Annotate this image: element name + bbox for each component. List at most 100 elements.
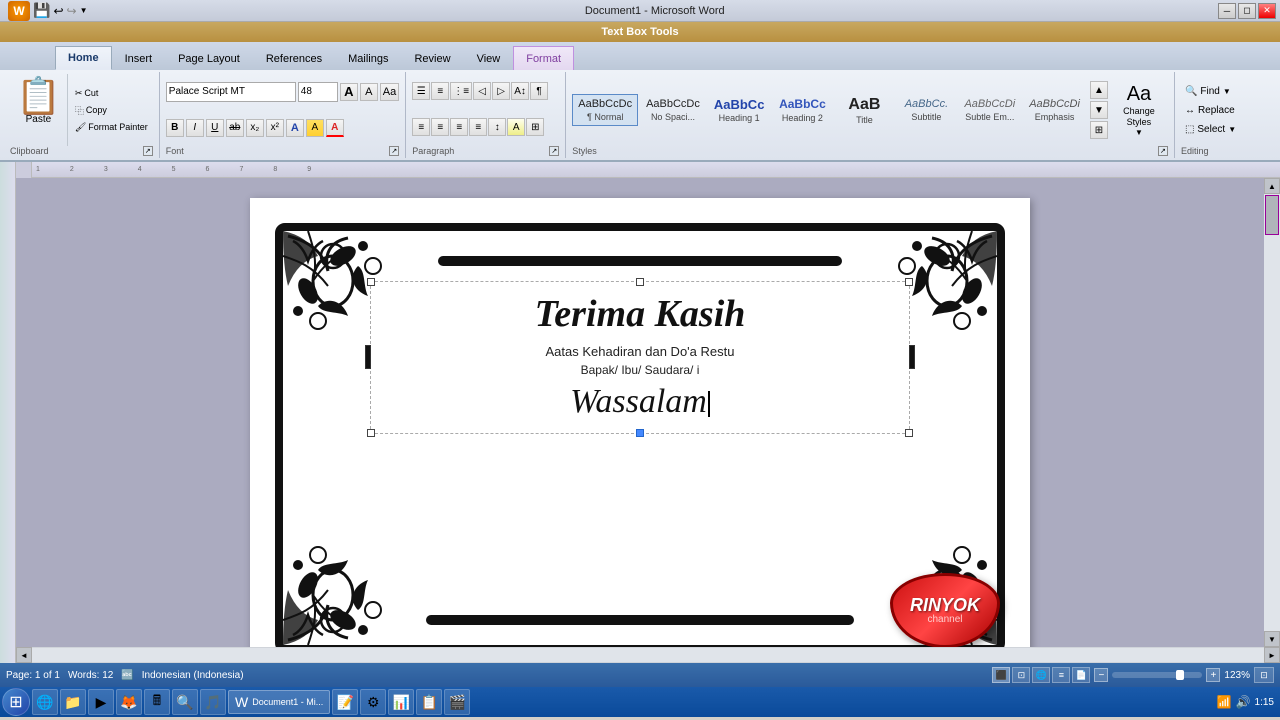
text-effects-button[interactable]: A bbox=[286, 119, 304, 137]
font-name-input[interactable] bbox=[166, 82, 296, 102]
taskbar-app5-button[interactable]: 📋 bbox=[416, 689, 442, 715]
zoom-out-button[interactable]: − bbox=[1094, 668, 1108, 682]
web-layout-button[interactable]: 🌐 bbox=[1032, 667, 1050, 683]
textbox-selected[interactable]: Terima Kasih Aatas Kehadiran dan Do'a Re… bbox=[370, 281, 909, 434]
borders-button[interactable]: ⊞ bbox=[526, 118, 544, 136]
vertical-scrollbar[interactable]: ▲ ▼ bbox=[1264, 178, 1280, 647]
paragraph-expand-btn[interactable]: ↗ bbox=[549, 146, 559, 156]
grow-font-button[interactable]: A bbox=[340, 83, 358, 101]
increase-indent-button[interactable]: ▷ bbox=[492, 82, 510, 100]
shading-button[interactable]: A bbox=[507, 118, 525, 136]
handle-lm[interactable] bbox=[365, 345, 371, 369]
save-quick-btn[interactable]: 💾 bbox=[33, 2, 50, 19]
redo-quick-btn[interactable]: ↪ bbox=[67, 4, 77, 18]
clipboard-expand-btn[interactable]: ↗ bbox=[143, 146, 153, 156]
taskbar-folder-button[interactable]: 📁 bbox=[60, 689, 86, 715]
taskbar-calc-button[interactable]: 🖩 bbox=[144, 689, 170, 715]
handle-tl[interactable] bbox=[367, 278, 375, 286]
scroll-left-button[interactable]: ◄ bbox=[16, 647, 32, 663]
line-spacing-button[interactable]: ↕ bbox=[488, 118, 506, 136]
shrink-font-button[interactable]: A bbox=[360, 83, 378, 101]
show-formatting-button[interactable]: ¶ bbox=[530, 82, 548, 100]
tab-mailings[interactable]: Mailings bbox=[335, 46, 401, 70]
style-subtitle[interactable]: AaBbCc. Subtitle bbox=[896, 94, 956, 126]
customize-quick-btn[interactable]: ▼ bbox=[80, 6, 88, 15]
minimize-button[interactable]: ─ bbox=[1218, 3, 1236, 19]
style-heading2[interactable]: AaBbCc Heading 2 bbox=[772, 93, 832, 126]
scroll-track[interactable] bbox=[1264, 194, 1280, 631]
tab-home[interactable]: Home bbox=[55, 46, 112, 70]
handle-bm[interactable] bbox=[636, 429, 644, 437]
close-button[interactable]: ✕ bbox=[1258, 3, 1276, 19]
tab-view[interactable]: View bbox=[464, 46, 514, 70]
styles-more[interactable]: ⊞ bbox=[1090, 121, 1108, 139]
scroll-down-button[interactable]: ▼ bbox=[1264, 631, 1280, 647]
zoom-in-button[interactable]: + bbox=[1206, 668, 1220, 682]
handle-tm[interactable] bbox=[636, 278, 644, 286]
zoom-slider-thumb[interactable] bbox=[1176, 670, 1184, 680]
print-layout-button[interactable]: ⬛ bbox=[992, 667, 1010, 683]
style-subtle-em[interactable]: AaBbCcDi Subtle Em... bbox=[958, 94, 1021, 126]
font-color-button[interactable]: A bbox=[326, 119, 344, 137]
subscript-button[interactable]: x₂ bbox=[246, 119, 264, 137]
taskbar-word-app-btn[interactable]: W Document1 - Mi... bbox=[228, 690, 330, 714]
taskbar-network-icon[interactable]: 📶 bbox=[1217, 695, 1232, 709]
tab-review[interactable]: Review bbox=[401, 46, 463, 70]
undo-quick-btn[interactable]: ↩ bbox=[53, 4, 63, 18]
decrease-indent-button[interactable]: ◁ bbox=[473, 82, 491, 100]
taskbar-search-button[interactable]: 🔍 bbox=[172, 689, 198, 715]
taskbar-firefox-button[interactable]: 🦊 bbox=[116, 689, 142, 715]
scroll-up-button[interactable]: ▲ bbox=[1264, 178, 1280, 194]
styles-expand-btn[interactable]: ↗ bbox=[1158, 146, 1168, 156]
tab-references[interactable]: References bbox=[253, 46, 335, 70]
tab-format[interactable]: Format bbox=[513, 46, 574, 70]
paste-button[interactable]: 📋 Paste bbox=[10, 74, 68, 146]
change-styles-button[interactable]: Aa Change Styles ▼ bbox=[1110, 81, 1168, 139]
underline-button[interactable]: U bbox=[206, 119, 224, 137]
tab-insert[interactable]: Insert bbox=[112, 46, 166, 70]
taskbar-ie-button[interactable]: 🌐 bbox=[32, 689, 58, 715]
style-no-spacing[interactable]: AaBbCcDc No Spaci... bbox=[640, 94, 706, 126]
styles-scroll-down[interactable]: ▼ bbox=[1090, 101, 1108, 119]
outline-button[interactable]: ≡ bbox=[1052, 667, 1070, 683]
taskbar-player-button[interactable]: 🎵 bbox=[200, 689, 226, 715]
copy-button[interactable]: ⿻ Copy bbox=[72, 103, 151, 118]
font-expand-btn[interactable]: ↗ bbox=[389, 146, 399, 156]
taskbar-app4-button[interactable]: 📊 bbox=[388, 689, 414, 715]
numbering-button[interactable]: ≡ bbox=[431, 82, 449, 100]
fit-window-button[interactable]: ⊡ bbox=[1254, 667, 1274, 683]
restore-button[interactable]: ◻ bbox=[1238, 3, 1256, 19]
office-button[interactable]: W bbox=[8, 1, 30, 21]
draft-button[interactable]: 📄 bbox=[1072, 667, 1090, 683]
horizontal-scrollbar[interactable]: ◄ ► bbox=[16, 647, 1280, 663]
style-emphasis[interactable]: AaBbCcDi Emphasis bbox=[1023, 94, 1086, 126]
styles-scroll-up[interactable]: ▲ bbox=[1090, 81, 1108, 99]
sort-button[interactable]: A↕ bbox=[511, 82, 529, 100]
document-scroll-area[interactable]: Terima Kasih Aatas Kehadiran dan Do'a Re… bbox=[16, 178, 1280, 647]
full-screen-button[interactable]: ⊡ bbox=[1012, 667, 1030, 683]
handle-rm[interactable] bbox=[909, 345, 915, 369]
taskbar-app3-button[interactable]: ⚙ bbox=[360, 689, 386, 715]
bullets-button[interactable]: ☰ bbox=[412, 82, 430, 100]
format-painter-button[interactable]: 🖌 Format Painter bbox=[72, 121, 151, 134]
document-viewport[interactable]: Terima Kasih Aatas Kehadiran dan Do'a Re… bbox=[16, 178, 1264, 647]
strikethrough-button[interactable]: ab bbox=[226, 119, 244, 137]
style-normal[interactable]: AaBbCcDc ¶ Normal bbox=[572, 94, 638, 126]
spell-check-icon[interactable]: 🔤 bbox=[121, 670, 133, 681]
tab-page-layout[interactable]: Page Layout bbox=[165, 46, 253, 70]
justify-button[interactable]: ≡ bbox=[469, 118, 487, 136]
align-center-button[interactable]: ≡ bbox=[431, 118, 449, 136]
taskbar-app2-button[interactable]: 📝 bbox=[332, 689, 358, 715]
handle-tr[interactable] bbox=[905, 278, 913, 286]
handle-bl[interactable] bbox=[367, 429, 375, 437]
taskbar-volume-icon[interactable]: 🔊 bbox=[1236, 695, 1251, 709]
select-button[interactable]: ⬚ Select ▼ bbox=[1181, 122, 1259, 137]
multilevel-button[interactable]: ⋮≡ bbox=[450, 82, 472, 100]
clear-format-button[interactable]: Aa bbox=[380, 83, 399, 101]
taskbar-media-button[interactable]: ▶ bbox=[88, 689, 114, 715]
align-right-button[interactable]: ≡ bbox=[450, 118, 468, 136]
style-title[interactable]: AaB Title bbox=[834, 91, 894, 129]
highlight-button[interactable]: A bbox=[306, 119, 324, 137]
replace-button[interactable]: ↔ Replace bbox=[1181, 103, 1259, 118]
font-size-input[interactable] bbox=[298, 82, 338, 102]
